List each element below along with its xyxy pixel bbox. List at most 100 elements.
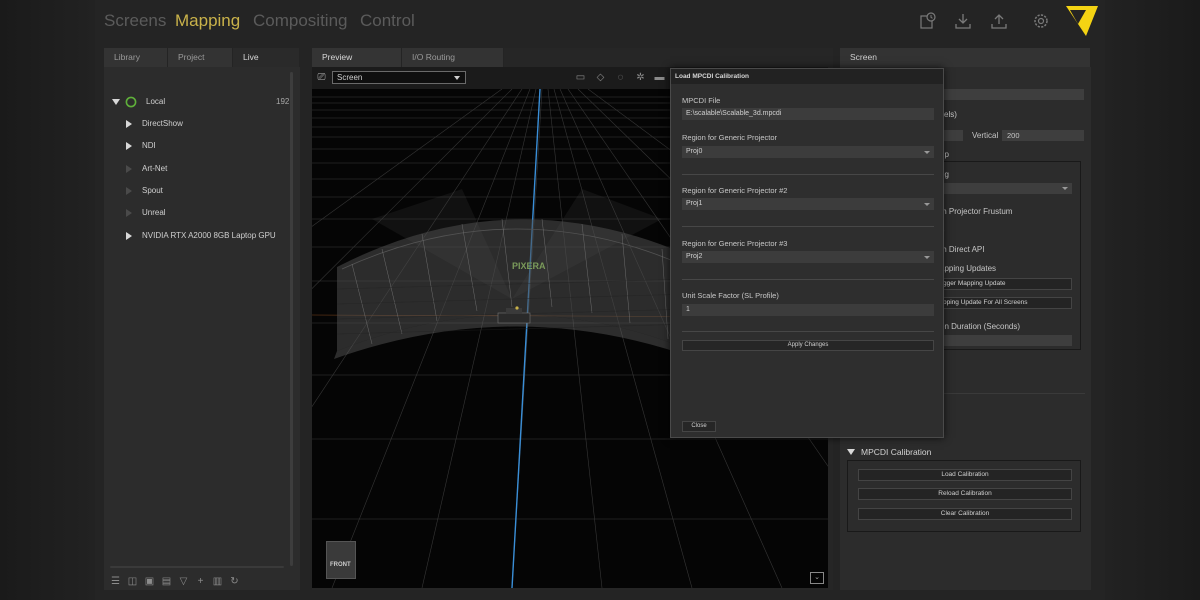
viewport-menu-icon[interactable]: ⌄ <box>810 572 824 584</box>
tab-live[interactable]: Live <box>233 48 300 67</box>
tree-item-artnet[interactable]: Art-Net <box>104 162 284 176</box>
load-mpcdi-dialog: Load MPCDI Calibration MPCDI File E:\sca… <box>670 68 944 438</box>
folder-icon[interactable]: ▤ <box>161 576 172 587</box>
vertical-field[interactable]: 200 <box>1002 130 1084 141</box>
direct-api-label: th Direct API <box>940 245 985 254</box>
background-left <box>0 0 95 600</box>
layout-icon[interactable]: ▭ <box>574 71 587 84</box>
tab-project[interactable]: Project <box>168 48 233 67</box>
dialog-title: Load MPCDI Calibration <box>671 69 943 84</box>
tree-item-nvidia-gpu[interactable]: NVIDIA RTX A2000 8GB Laptop GPU <box>104 229 284 243</box>
region3-value: Proj2 <box>686 253 703 260</box>
window-icon[interactable]: ▬ <box>653 71 666 84</box>
collapse-arrow-icon[interactable] <box>847 449 855 455</box>
library-toolbar: ☰ ◫ ▣ ▤ ▽ + ▥ ↻ <box>110 576 240 587</box>
chevron-down-icon <box>1062 187 1068 190</box>
add-icon[interactable]: + <box>195 576 206 587</box>
region1-label: Region for Generic Projector <box>682 133 778 142</box>
gear-icon[interactable] <box>1031 11 1051 31</box>
app-window: Screens Mapping Compositing Control Libr… <box>95 0 1105 600</box>
media-icon[interactable]: ▣ <box>144 576 155 587</box>
nav-tab-mapping[interactable]: Mapping <box>175 11 240 31</box>
download-icon[interactable] <box>953 11 973 31</box>
view-select-value: Screen <box>337 73 363 82</box>
pixera-logo <box>1066 6 1098 36</box>
frustum-label: th Projector Frustum <box>940 207 1013 216</box>
region3-select[interactable]: Proj2 <box>682 251 934 263</box>
mode-select[interactable] <box>940 183 1072 194</box>
trigger-mapping-update-button[interactable]: gger Mapping Update <box>940 278 1072 290</box>
mpcdi-calibration-header: MPCDI Calibration <box>861 447 932 457</box>
dialog-divider <box>682 279 934 280</box>
duration-field[interactable] <box>940 335 1072 346</box>
expand-arrow-icon[interactable] <box>126 142 132 150</box>
tree-item-local[interactable]: Local 192 <box>104 95 289 109</box>
reload-calibration-button[interactable]: Reload Calibration <box>858 488 1072 500</box>
tree-item-label: Unreal <box>142 208 166 217</box>
region1-value: Proj0 <box>686 148 703 155</box>
view-cube-label: FRONT <box>330 562 351 568</box>
tree-item-directshow[interactable]: DirectShow <box>104 117 284 131</box>
delete-icon[interactable]: ▥ <box>212 576 223 587</box>
tree-item-label: NVIDIA RTX A2000 8GB Laptop GPU <box>142 231 276 240</box>
nav-tab-screens[interactable]: Screens <box>104 11 166 31</box>
nav-tab-compositing[interactable]: Compositing <box>253 11 348 31</box>
chevron-down-icon <box>924 256 930 259</box>
tab-preview[interactable]: Preview <box>312 48 402 67</box>
tab-library[interactable]: Library <box>104 48 168 67</box>
expand-arrow-icon <box>126 165 132 173</box>
apply-changes-button[interactable]: Apply Changes <box>682 340 934 351</box>
cube-icon[interactable]: ◇ <box>594 71 607 84</box>
top-nav-bar: Screens Mapping Compositing Control <box>95 0 1105 44</box>
library-tabs: Library Project Live <box>104 48 300 67</box>
preview-tabs: Preview I/O Routing <box>312 48 504 67</box>
view-select[interactable]: Screen <box>332 71 466 84</box>
expand-arrow-icon[interactable] <box>126 120 132 128</box>
tree-item-label: DirectShow <box>142 119 183 128</box>
expand-arrow-icon <box>126 209 132 217</box>
status-ring-icon <box>125 96 137 108</box>
filter-icon[interactable]: ▽ <box>178 576 189 587</box>
mapping-updates-label: apping Updates <box>940 264 997 273</box>
tree-item-spout[interactable]: Spout <box>104 184 284 198</box>
list-view-icon[interactable]: ☰ <box>110 576 121 587</box>
unit-scale-field[interactable]: 1 <box>682 304 934 316</box>
chevron-down-icon <box>924 151 930 154</box>
select-icon[interactable]: ◌ <box>614 71 627 84</box>
history-icon[interactable] <box>918 11 938 31</box>
tree-item-unreal[interactable]: Unreal <box>104 206 284 220</box>
mapping-update-all-screens-button[interactable]: pping Update For All Screens <box>940 297 1072 309</box>
screen-name-field[interactable] <box>940 89 1084 100</box>
tab-io-routing[interactable]: I/O Routing <box>402 48 504 67</box>
vertical-label: Vertical <box>972 131 999 140</box>
mpcdi-file-field[interactable]: E:\scalable\Scalable_3d.mpcdi <box>682 108 934 120</box>
tree-item-label: Art-Net <box>142 164 168 173</box>
close-button[interactable]: Close <box>682 421 716 432</box>
region1-select[interactable]: Proj0 <box>682 146 934 158</box>
screen-tabs: Screen <box>840 48 1091 67</box>
view-cube[interactable]: FRONT <box>326 541 356 579</box>
tree-item-label: NDI <box>142 141 156 150</box>
expand-arrow-icon[interactable] <box>112 99 120 105</box>
expand-arrow-icon[interactable] <box>126 232 132 240</box>
nav-tab-control[interactable]: Control <box>360 11 415 31</box>
chevron-down-icon <box>454 76 460 80</box>
clear-calibration-button[interactable]: Clear Calibration <box>858 508 1072 520</box>
library-scrollbar[interactable] <box>290 72 293 566</box>
load-calibration-button[interactable]: Load Calibration <box>858 469 1072 481</box>
screen-icon[interactable]: ⎚ <box>315 71 328 84</box>
split-view-icon[interactable]: ◫ <box>127 576 138 587</box>
tab-screen[interactable]: Screen <box>840 48 1091 67</box>
expand-arrow-icon <box>126 187 132 195</box>
projector-icon[interactable]: ✲ <box>634 71 647 84</box>
region2-value: Proj1 <box>686 200 703 207</box>
unit-scale-label: Unit Scale Factor (SL Profile) <box>682 291 779 300</box>
library-h-scrollbar[interactable] <box>110 566 284 568</box>
tree-item-ndi[interactable]: NDI <box>104 139 284 153</box>
tree-item-label: Local <box>146 97 166 106</box>
region2-select[interactable]: Proj1 <box>682 198 934 210</box>
library-panel: Library Project Live Local 192 DirectSho… <box>104 48 300 590</box>
region3-label: Region for Generic Projector #3 <box>682 239 788 248</box>
refresh-icon[interactable]: ↻ <box>229 576 240 587</box>
upload-icon[interactable] <box>989 11 1009 31</box>
